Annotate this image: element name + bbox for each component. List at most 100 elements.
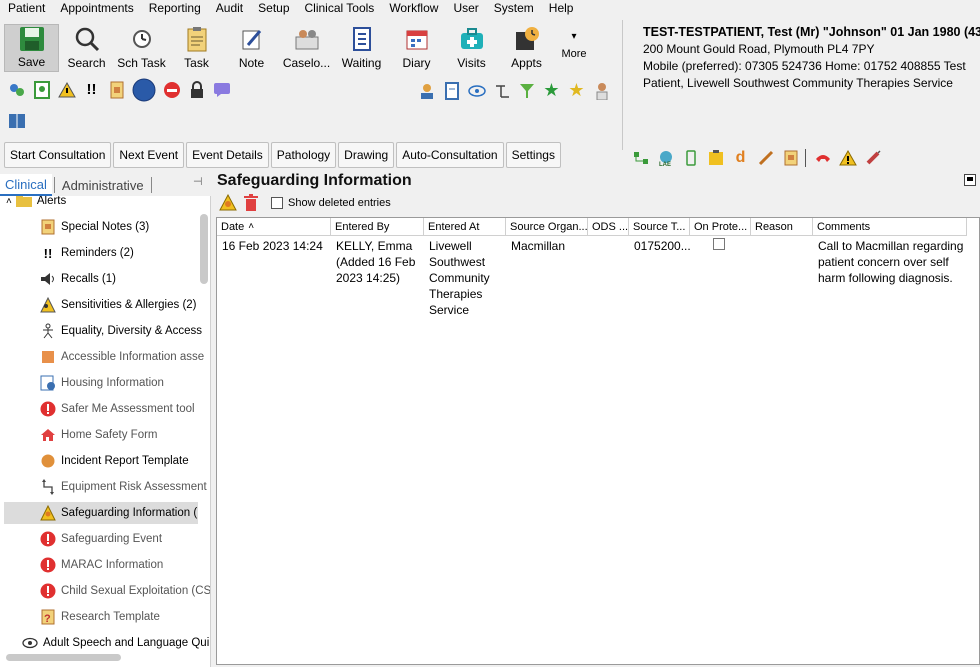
tree-vertical-scrollbar[interactable]	[200, 214, 208, 284]
sch-task-button[interactable]: Sch Task	[114, 24, 169, 72]
yellow-star-icon[interactable]: ★	[566, 80, 587, 101]
tree-item-special-notes[interactable]: Special Notes (3)	[40, 216, 149, 238]
show-deleted-checkbox[interactable]	[271, 197, 283, 209]
tree-item-reminders[interactable]: !! Reminders (2)	[40, 242, 134, 264]
save-button[interactable]: Save	[4, 24, 59, 72]
pencil-ruler-icon[interactable]	[755, 147, 776, 168]
tree-item-adult-speech-language[interactable]: Adult Speech and Language Qui	[22, 632, 209, 654]
double-exclamation-icon[interactable]: !!	[81, 79, 102, 100]
lock-icon[interactable]	[186, 79, 207, 100]
tree-item-safeguarding-information[interactable]: Safeguarding Information (1)	[4, 502, 198, 524]
lae-globe-icon[interactable]: LAE	[655, 147, 676, 168]
on-protection-checkbox[interactable]	[713, 238, 725, 250]
eye-icon[interactable]	[466, 80, 487, 101]
tree-item-safeguarding-event[interactable]: Safeguarding Event	[40, 528, 162, 550]
drawing-button[interactable]: Drawing	[338, 142, 395, 168]
menu-audit[interactable]: Audit	[208, 1, 250, 15]
menu-setup[interactable]: Setup	[250, 1, 296, 15]
column-header-source-organisation[interactable]: Source Organ...	[506, 218, 588, 236]
delete-trash-icon[interactable]	[243, 194, 261, 212]
tree-item-accessible-information[interactable]: Accessible Information asse	[40, 346, 204, 368]
tree-item-child-sexual-exploitation[interactable]: Child Sexual Exploitation (CS	[40, 580, 210, 602]
sticky-note-icon[interactable]	[705, 147, 726, 168]
mobile-phone-icon[interactable]	[680, 147, 701, 168]
tree-item-equality-diversity[interactable]: Equality, Diversity & Access	[40, 320, 202, 342]
column-header-on-protection[interactable]: On Prote...	[690, 218, 751, 236]
telephone-icon[interactable]	[161, 79, 182, 100]
book-icon[interactable]	[6, 110, 27, 131]
menu-user[interactable]: User	[445, 1, 485, 15]
more-button[interactable]: ▾ More	[554, 24, 594, 72]
tree-item-safer-me[interactable]: Safer Me Assessment tool	[40, 398, 195, 420]
branch-arrows-icon[interactable]	[491, 80, 512, 101]
menu-system[interactable]: System	[486, 1, 541, 15]
branch-arrows-icon	[40, 479, 56, 495]
notes-document-icon[interactable]	[780, 147, 801, 168]
tree-item-incident-report[interactable]: Incident Report Template	[40, 450, 189, 472]
menu-help[interactable]: Help	[541, 1, 581, 15]
menu-clinical-tools[interactable]: Clinical Tools	[297, 1, 382, 15]
warning-person-icon[interactable]	[56, 79, 77, 100]
menu-patient[interactable]: Patient	[0, 1, 52, 15]
special-notes-icon	[40, 219, 56, 235]
menu-reporting[interactable]: Reporting	[141, 1, 208, 15]
filter-funnel-icon[interactable]	[516, 80, 537, 101]
tree-horizontal-scrollbar[interactable]	[6, 654, 121, 661]
note-button[interactable]: Note	[224, 24, 279, 72]
tree-item-research-template[interactable]: ? Research Template	[40, 606, 160, 628]
quick-icons-row-2	[6, 110, 31, 131]
tree-item-home-safety[interactable]: Home Safety Form	[40, 424, 158, 446]
family-tree-icon[interactable]	[630, 147, 651, 168]
people-icon[interactable]	[6, 79, 27, 100]
caseload-button[interactable]: Caselo...	[279, 24, 334, 72]
diary-button[interactable]: Diary	[389, 24, 444, 72]
column-header-entered-by[interactable]: Entered By	[331, 218, 424, 236]
tree-item-alerts[interactable]: ˄ Alerts	[6, 196, 66, 212]
task-button[interactable]: Task	[169, 24, 224, 72]
id-card-icon[interactable]	[31, 79, 52, 100]
column-header-source-telephone[interactable]: Source T...	[629, 218, 690, 236]
tab-clinical[interactable]: Clinical	[0, 174, 52, 196]
settings-button[interactable]: Settings	[505, 142, 561, 168]
collapse-caret-icon[interactable]: ˄	[6, 196, 12, 207]
column-header-reason[interactable]: Reason	[751, 218, 813, 236]
tree-item-housing-information[interactable]: Housing Information	[40, 372, 164, 394]
restore-window-icon[interactable]	[964, 174, 976, 186]
blue-circle-icon[interactable]	[131, 78, 157, 101]
table-row[interactable]: 16 Feb 2023 14:24 KELLY, Emma (Added 16 …	[217, 236, 971, 318]
menu-workflow[interactable]: Workflow	[381, 1, 445, 15]
pathology-button[interactable]: Pathology	[270, 142, 337, 168]
special-notes-icon[interactable]	[106, 79, 127, 100]
pin-icon[interactable]: ⊣	[193, 175, 203, 188]
column-header-date[interactable]: Date ˄	[217, 218, 331, 236]
document-list-icon[interactable]	[441, 80, 462, 101]
add-safeguarding-icon[interactable]	[219, 193, 237, 212]
menu-appointments[interactable]: Appointments	[52, 1, 140, 15]
column-header-comments[interactable]: Comments	[813, 218, 967, 236]
tree-item-equipment-risk[interactable]: Equipment Risk Assessment	[40, 476, 207, 498]
next-event-button[interactable]: Next Event	[113, 142, 185, 168]
appts-button[interactable]: Appts	[499, 24, 554, 72]
syringe-icon[interactable]	[862, 147, 883, 168]
warning-triangle-icon[interactable]	[837, 147, 858, 168]
clinician-icon[interactable]	[591, 80, 612, 101]
telephone-alert-icon[interactable]	[812, 147, 833, 168]
message-icon[interactable]	[211, 79, 232, 100]
tree-item-recalls[interactable]: Recalls (1)	[40, 268, 116, 290]
tab-administrative[interactable]: Administrative	[57, 174, 149, 196]
waiting-button[interactable]: Waiting	[334, 24, 389, 72]
tree-item-marac-information[interactable]: MARAC Information	[40, 554, 163, 576]
letter-d-icon[interactable]: d	[730, 147, 751, 168]
tree-item-sensitivities-allergies[interactable]: Sensitivities & Allergies (2)	[40, 294, 197, 316]
auto-consultation-button[interactable]: Auto-Consultation	[396, 142, 504, 168]
cell-comments: Call to Macmillan regarding patient conc…	[818, 239, 964, 285]
event-details-button[interactable]: Event Details	[186, 142, 269, 168]
start-consultation-button[interactable]: Start Consultation	[4, 142, 112, 168]
group-icon[interactable]	[416, 80, 437, 101]
visits-button[interactable]: Visits	[444, 24, 499, 72]
search-button[interactable]: Search	[59, 24, 114, 72]
patient-alert-icons: LAE d	[630, 147, 887, 168]
column-header-ods[interactable]: ODS ...	[588, 218, 629, 236]
column-header-entered-at[interactable]: Entered At	[424, 218, 506, 236]
green-star-icon[interactable]: ★	[541, 80, 562, 101]
